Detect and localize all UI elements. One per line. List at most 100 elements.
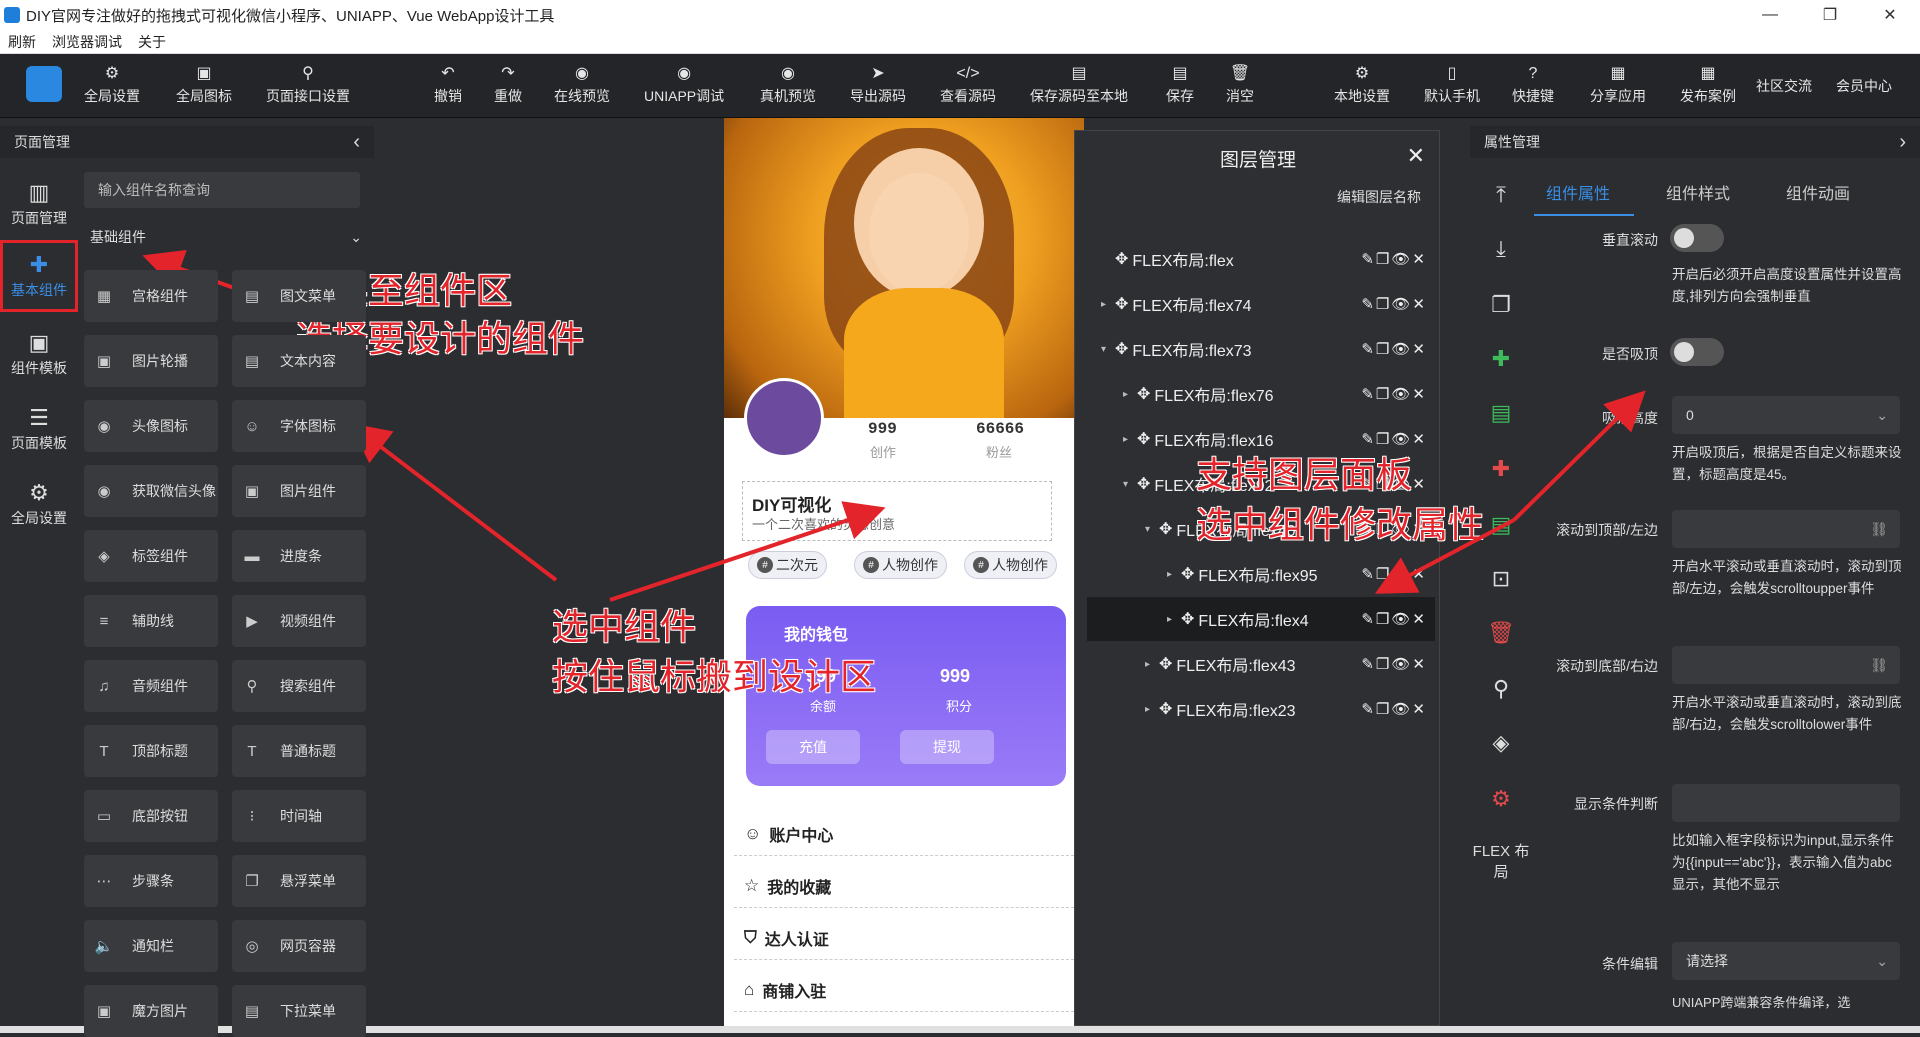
caret-icon[interactable]: ▸ — [1145, 659, 1159, 670]
component-item[interactable]: ▭ 底部按钮 — [84, 790, 218, 842]
move-icon[interactable]: ✥ — [1159, 519, 1172, 539]
layer-row[interactable]: ▾ ✥ FLEX布局:flex73 ✎❐👁✕ — [1087, 327, 1435, 371]
view-source-button[interactable]: </> 查看源码 — [940, 64, 996, 106]
component-item[interactable]: ▣ 图片组件 — [232, 465, 366, 517]
layer-actions[interactable]: ✎❐👁✕ — [1361, 340, 1427, 358]
component-item[interactable]: ▬ 进度条 — [232, 530, 366, 582]
basic-group-header[interactable]: 基础组件 ⌄ — [78, 222, 374, 252]
sticky-toggle[interactable] — [1670, 338, 1724, 366]
scroll-top-input[interactable]: ⛓ — [1672, 510, 1900, 548]
component-item[interactable]: ⋯ 步骤条 — [84, 855, 218, 907]
device-preview-button[interactable]: ◉ 真机预览 — [760, 64, 816, 106]
caret-icon[interactable]: ▾ — [1145, 524, 1159, 535]
save-local-button[interactable]: ▤ 保存源码至本地 — [1030, 64, 1128, 106]
gear-icon[interactable]: ⚙ — [1470, 786, 1532, 812]
puzzle-red-icon[interactable]: ✚ — [1470, 456, 1532, 482]
edit-layer-name-label[interactable]: 编辑图层名称 — [1337, 187, 1421, 207]
component-item[interactable]: ▤ 下拉菜单 — [232, 985, 366, 1037]
scroll-bottom-input[interactable]: ⛓ — [1672, 646, 1900, 684]
close-button[interactable]: ✕ — [1860, 0, 1920, 30]
member-center-link[interactable]: 会员中心 — [1836, 76, 1892, 96]
rail-component-templates[interactable]: ▣ 组件模板 — [0, 318, 78, 390]
component-item[interactable]: ◈ 标签组件 — [84, 530, 218, 582]
caret-icon[interactable]: ▸ — [1123, 434, 1137, 445]
sticky-height-select[interactable]: 0 ⌄ — [1672, 396, 1900, 434]
menu-about[interactable]: 关于 — [138, 32, 166, 52]
undo-button[interactable]: ↶ 撤销 — [434, 64, 462, 106]
tab-component-style[interactable]: 组件样式 — [1666, 180, 1730, 204]
caret-icon[interactable]: ▸ — [1101, 299, 1115, 310]
layers-icon[interactable]: ◈ — [1470, 730, 1532, 756]
collapse-left-icon[interactable]: ‹ — [353, 131, 360, 154]
local-settings-button[interactable]: ⚙ 本地设置 — [1334, 64, 1390, 106]
tag-item[interactable]: # 人物创作 — [854, 551, 947, 579]
component-item[interactable]: ▣ 魔方图片 — [84, 985, 218, 1037]
trash-icon[interactable]: 🗑 — [1470, 620, 1532, 646]
component-item[interactable]: T 普通标题 — [232, 725, 366, 777]
flex-layout-button[interactable]: FLEX 布局 — [1470, 840, 1532, 882]
move-icon[interactable]: ✥ — [1181, 564, 1194, 584]
layer-row[interactable]: ▸ ✥ FLEX布局:flex23 ✎❐👁✕ — [1087, 687, 1435, 731]
menu-devtools[interactable]: 浏览器调试 — [52, 32, 122, 52]
move-icon[interactable]: ✥ — [1115, 294, 1128, 314]
cond-edit-select[interactable]: 请选择 ⌄ — [1672, 942, 1900, 980]
preview-button[interactable]: ◉ 在线预览 — [554, 64, 610, 106]
component-item[interactable]: T 顶部标题 — [84, 725, 218, 777]
menu-refresh[interactable]: 刷新 — [8, 32, 36, 52]
condition-input[interactable] — [1672, 784, 1900, 822]
caret-icon[interactable]: ▸ — [1123, 389, 1137, 400]
component-item[interactable]: ▦ 宫格组件 — [84, 270, 218, 322]
rail-page-templates[interactable]: ☰ 页面模板 — [0, 393, 78, 465]
maximize-button[interactable]: ❐ — [1800, 0, 1860, 30]
caret-icon[interactable]: ▸ — [1145, 704, 1159, 715]
component-search-input[interactable]: 输入组件名称查询 — [84, 172, 360, 208]
component-item[interactable]: ♫ 音频组件 — [84, 660, 218, 712]
withdraw-button[interactable]: 提现 — [900, 730, 994, 764]
list-item[interactable]: ☺ 账户中心 — [734, 812, 1074, 856]
component-item[interactable]: ◉ 头像图标 — [84, 400, 218, 452]
caret-icon[interactable]: ▸ — [1167, 614, 1181, 625]
move-bottom-icon[interactable]: ⤓ — [1470, 236, 1532, 262]
move-icon[interactable]: ✥ — [1115, 249, 1128, 269]
unlock-icon[interactable]: ⊡ — [1470, 566, 1532, 592]
component-item[interactable]: ◉ 获取微信头像 — [84, 465, 218, 517]
layer-actions[interactable]: ✎❐👁✕ — [1361, 610, 1427, 628]
save-button[interactable]: ▤ 保存 — [1166, 64, 1194, 106]
tag-item[interactable]: # 二次元 — [748, 551, 827, 579]
community-link[interactable]: 社区交流 — [1756, 76, 1812, 96]
move-top-icon[interactable]: ⤒ — [1470, 182, 1532, 208]
hero-image[interactable] — [724, 118, 1084, 418]
component-item[interactable]: ⁝ 时间轴 — [232, 790, 366, 842]
move-icon[interactable]: ✥ — [1181, 609, 1194, 629]
component-item[interactable]: ▤ 图文菜单 — [232, 270, 366, 322]
share-app-button[interactable]: ▦ 分享应用 — [1590, 64, 1646, 106]
caret-icon[interactable]: ▸ — [1167, 569, 1181, 580]
redo-button[interactable]: ↷ 重做 — [494, 64, 522, 106]
layer-actions[interactable]: ✎❐👁✕ — [1361, 565, 1427, 583]
move-icon[interactable]: ✥ — [1159, 654, 1172, 674]
recharge-button[interactable]: 充值 — [766, 730, 860, 764]
layer-row[interactable]: ▸ ✥ FLEX布局:flex95 ✎❐👁✕ — [1087, 552, 1435, 596]
move-icon[interactable]: ✥ — [1137, 474, 1150, 494]
global-settings-button[interactable]: ⚙ 全局设置 — [84, 64, 140, 106]
component-item[interactable]: ⚲ 搜索组件 — [232, 660, 366, 712]
layer-row[interactable]: ✥ FLEX布局:flex ✎❐👁✕ — [1087, 237, 1435, 281]
document-icon[interactable]: ▤ — [1470, 400, 1532, 426]
layer-actions[interactable]: ✎❐👁✕ — [1361, 295, 1427, 313]
component-item[interactable]: ≡ 辅助线 — [84, 595, 218, 647]
tag-item[interactable]: # 人物创作 — [964, 551, 1057, 579]
move-icon[interactable]: ✥ — [1137, 429, 1150, 449]
component-item[interactable]: ❐ 悬浮菜单 — [232, 855, 366, 907]
component-item[interactable]: ▤ 文本内容 — [232, 335, 366, 387]
clear-button[interactable]: 🗑 消空 — [1226, 64, 1254, 106]
puzzle-icon[interactable]: ✚ — [1470, 346, 1532, 372]
caret-icon[interactable]: ▾ — [1101, 344, 1115, 355]
move-icon[interactable]: ✥ — [1115, 339, 1128, 359]
tab-component-animation[interactable]: 组件动画 — [1786, 180, 1850, 204]
layer-row[interactable]: ▸ ✥ FLEX布局:flex74 ✎❐👁✕ — [1087, 282, 1435, 326]
component-item[interactable]: ▣ 图片轮播 — [84, 335, 218, 387]
list-item[interactable]: ☆ 我的收藏 — [734, 864, 1074, 908]
tab-component-props[interactable]: 组件属性 — [1546, 180, 1610, 204]
vscroll-toggle[interactable] — [1670, 224, 1724, 252]
list-item[interactable]: ⛉ 达人认证 — [734, 916, 1074, 960]
